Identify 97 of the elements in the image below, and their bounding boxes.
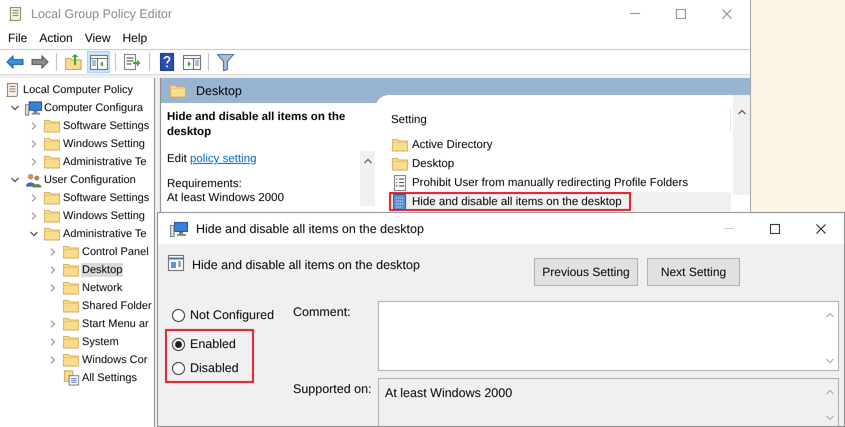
chevron-down-icon[interactable] xyxy=(29,229,39,239)
chevron-right-icon[interactable] xyxy=(29,157,39,167)
tree-item[interactable]: Administrative Te xyxy=(62,155,148,169)
document-list-icon xyxy=(392,174,408,190)
radio-button[interactable] xyxy=(172,308,185,322)
tree-item[interactable]: Software Settings xyxy=(62,119,150,133)
chevron-down-icon[interactable] xyxy=(10,175,20,185)
scrollbar[interactable] xyxy=(733,95,750,195)
supported-field: At least Windows 2000 xyxy=(378,378,839,426)
folder-icon xyxy=(392,156,408,170)
option-label[interactable]: Not Configured xyxy=(190,308,274,322)
folder-icon xyxy=(170,84,186,98)
chevron-right-icon[interactable] xyxy=(29,193,39,203)
nav-button[interactable]: Previous Setting xyxy=(534,258,638,286)
setting-title: Hide and disable all items on the desktop xyxy=(192,258,421,272)
scroll-down-icon[interactable] xyxy=(824,356,834,366)
pane-header: Desktop xyxy=(196,84,242,98)
nav-button[interactable]: Next Setting xyxy=(647,258,740,286)
folder-icon xyxy=(63,335,79,349)
folder-icon xyxy=(44,191,60,205)
setting-name[interactable]: Hide and disable all items on the desktop xyxy=(412,196,622,208)
radio-button[interactable] xyxy=(172,362,185,374)
radio-button[interactable] xyxy=(172,338,185,350)
tree-pane-button[interactable] xyxy=(87,51,110,73)
folder-icon xyxy=(44,119,60,133)
scrollbar[interactable] xyxy=(360,151,375,206)
chevron-right-icon[interactable] xyxy=(29,139,39,149)
requirements-text: At least Windows 2000 xyxy=(167,191,285,205)
tree-item[interactable]: Shared Folder xyxy=(81,299,153,313)
tree-item[interactable]: All Settings xyxy=(81,371,138,385)
menu-item[interactable]: File xyxy=(2,31,34,45)
tree-item[interactable]: Windows Setting xyxy=(62,137,146,151)
column-header[interactable]: Setting xyxy=(389,109,731,131)
scroll-down-icon[interactable] xyxy=(824,413,834,423)
tree-item[interactable]: Windows Cor xyxy=(81,353,148,367)
scroll-up-icon[interactable] xyxy=(736,107,746,117)
scroll-icon xyxy=(4,82,20,98)
users-icon xyxy=(25,172,42,188)
chevron-down-icon[interactable] xyxy=(10,103,20,113)
folder-icon xyxy=(63,299,79,313)
folder-icon xyxy=(44,209,60,223)
folder-icon xyxy=(63,281,79,295)
setting-name[interactable]: Active Directory xyxy=(412,138,493,150)
scroll-up-icon[interactable] xyxy=(362,156,372,166)
tree-item[interactable]: Local Computer Policy xyxy=(22,83,134,97)
comment-field[interactable] xyxy=(378,301,839,371)
chevron-right-icon[interactable] xyxy=(48,355,58,365)
chevron-right-icon[interactable] xyxy=(48,283,58,293)
settings-pages-icon xyxy=(63,370,80,386)
computer-icon xyxy=(170,220,188,236)
tree-item[interactable]: System xyxy=(81,335,120,349)
folder-icon xyxy=(44,137,60,151)
tree-item[interactable]: Desktop xyxy=(81,263,124,277)
folder-icon xyxy=(392,138,408,152)
setting-name[interactable]: Desktop xyxy=(412,158,454,170)
field-label: Comment: xyxy=(293,304,352,321)
document-icon xyxy=(392,194,408,210)
folder-icon xyxy=(63,263,79,277)
tree-item[interactable]: Start Menu ar xyxy=(81,317,150,331)
option-label[interactable]: Disabled xyxy=(190,361,239,375)
folder-icon xyxy=(63,245,79,259)
field-label: Supported on: xyxy=(293,381,373,398)
chevron-right-icon[interactable] xyxy=(29,121,39,131)
option-label[interactable]: Enabled xyxy=(190,337,236,351)
folder-icon xyxy=(63,317,79,331)
edit-text: Edit policy setting xyxy=(167,152,258,166)
selected-row[interactable]: Hide and disable all items on the desktop xyxy=(389,192,731,211)
tree-item[interactable]: Software Settings xyxy=(62,191,150,205)
tree-item[interactable]: User Configuration xyxy=(43,173,137,187)
tree-item[interactable]: Control Panel xyxy=(81,245,150,259)
tree-item[interactable]: Windows Setting xyxy=(62,209,146,223)
chevron-right-icon[interactable] xyxy=(48,319,58,329)
computer-icon xyxy=(25,100,42,116)
setting-name[interactable]: Prohibit User from manually redirecting Profile Folders xyxy=(412,176,688,188)
folder-icon xyxy=(44,227,60,241)
folder-icon xyxy=(63,353,79,367)
scroll-icon xyxy=(7,6,23,22)
policy-link[interactable]: policy setting xyxy=(190,153,256,165)
menu-item[interactable]: View xyxy=(78,31,116,45)
close-icon[interactable] xyxy=(816,224,826,234)
chevron-right-icon[interactable] xyxy=(29,211,39,221)
tree-item[interactable]: Computer Configura xyxy=(43,101,144,115)
tree-item[interactable]: Network xyxy=(81,281,124,295)
chevron-right-icon[interactable] xyxy=(48,337,58,347)
description-title: Hide and disable all items on the desktop xyxy=(167,110,346,140)
requirements-label: Requirements: xyxy=(167,177,243,191)
window-title: Local Group Policy Editor xyxy=(31,6,174,20)
menu-item[interactable]: Help xyxy=(116,31,154,45)
maximize-icon[interactable] xyxy=(770,224,780,234)
policy-window-icon xyxy=(168,255,184,271)
filter-button[interactable] xyxy=(214,51,237,73)
menu-item[interactable]: Action xyxy=(33,31,79,45)
chevron-right-icon[interactable] xyxy=(48,247,58,257)
chevron-right-icon[interactable] xyxy=(48,265,58,275)
tree-item[interactable]: Administrative Te xyxy=(62,227,148,241)
folder-icon xyxy=(44,155,60,169)
dialog-title: Hide and disable all items on the desktop xyxy=(196,222,425,236)
